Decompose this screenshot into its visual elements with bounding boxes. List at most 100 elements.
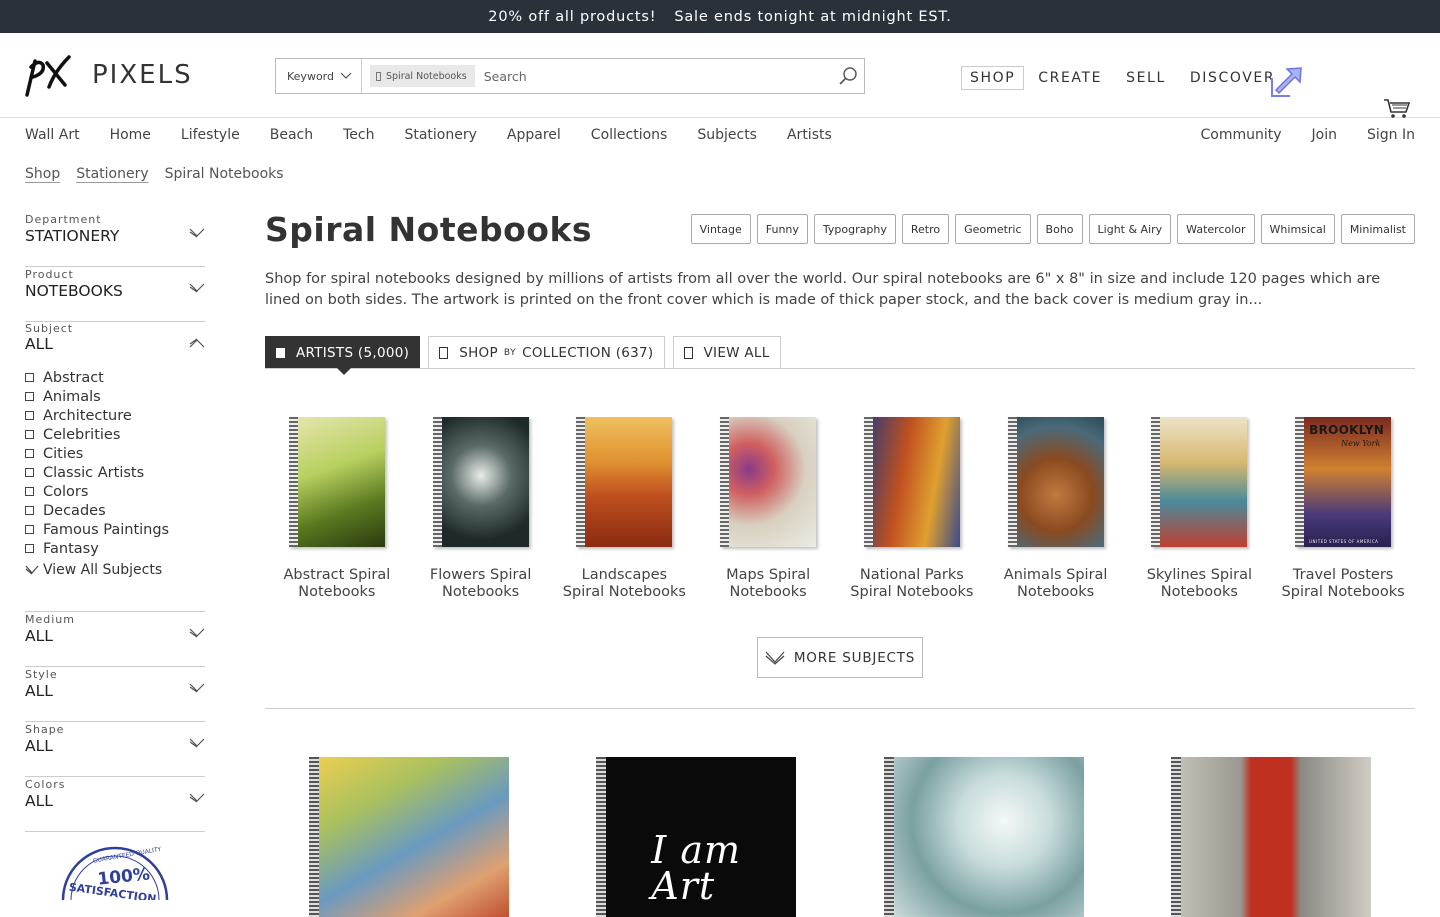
filter-style[interactable]: Style ALL bbox=[25, 667, 205, 722]
checkbox[interactable] bbox=[25, 411, 34, 420]
nav-shop[interactable]: SHOP bbox=[961, 66, 1025, 90]
tag-watercolor[interactable]: Watercolor bbox=[1177, 214, 1255, 244]
subject-card-maps[interactable]: Maps Spiral Notebooks bbox=[696, 417, 840, 601]
subject-option[interactable]: Cities bbox=[25, 444, 205, 463]
filter-shape[interactable]: Shape ALL bbox=[25, 722, 205, 777]
checkbox[interactable] bbox=[25, 373, 34, 382]
filter-value: ALL bbox=[25, 792, 53, 810]
checkbox[interactable] bbox=[25, 468, 34, 477]
category-home[interactable]: Home bbox=[110, 127, 151, 143]
search-mode-dropdown[interactable]: Keyword bbox=[276, 59, 362, 93]
tag-retro[interactable]: Retro bbox=[901, 214, 950, 244]
product-card[interactable] bbox=[840, 757, 1128, 917]
checkbox[interactable] bbox=[25, 392, 34, 401]
sign-in-link[interactable]: Sign In bbox=[1367, 127, 1415, 143]
subject-card-skylines[interactable]: Skylines Spiral Notebooks bbox=[1128, 417, 1272, 601]
tab-artists[interactable]: ARTISTS (5,000) bbox=[265, 336, 421, 368]
nav-discover[interactable]: DISCOVER bbox=[1190, 66, 1275, 90]
search-chip-label: Spiral Notebooks bbox=[386, 70, 467, 82]
filter-product[interactable]: Product NOTEBOOKS bbox=[25, 267, 205, 322]
checkbox[interactable] bbox=[25, 430, 34, 439]
tag-geometric[interactable]: Geometric bbox=[955, 214, 1031, 244]
breadcrumb-stationery[interactable]: Stationery bbox=[76, 166, 148, 182]
checkbox[interactable] bbox=[25, 487, 34, 496]
filter-value: STATIONERY bbox=[25, 227, 120, 245]
tag-funny[interactable]: Funny bbox=[756, 214, 808, 244]
view-all-subjects[interactable]: View All Subjects bbox=[25, 562, 205, 578]
category-subjects[interactable]: Subjects bbox=[697, 127, 757, 143]
subject-card-abstract[interactable]: Abstract Spiral Notebooks bbox=[265, 417, 409, 601]
community-link[interactable]: Community bbox=[1201, 127, 1282, 143]
subject-option[interactable]: Abstract bbox=[25, 368, 205, 387]
checkbox[interactable] bbox=[25, 506, 34, 515]
subject-option[interactable]: Animals bbox=[25, 387, 205, 406]
product-grid: I am Art bbox=[265, 757, 1415, 917]
filter-label: Subject bbox=[25, 322, 74, 335]
category-lifestyle[interactable]: Lifestyle bbox=[181, 127, 240, 143]
subject-caption: Skylines Spiral Notebooks bbox=[1146, 567, 1253, 600]
tag-boho[interactable]: Boho bbox=[1036, 214, 1083, 244]
subject-card-animals[interactable]: Animals Spiral Notebooks bbox=[984, 417, 1128, 601]
category-apparel[interactable]: Apparel bbox=[507, 127, 561, 143]
subject-option[interactable]: Colors bbox=[25, 482, 205, 501]
filter-colors[interactable]: Colors ALL bbox=[25, 777, 205, 832]
checkbox[interactable] bbox=[25, 525, 34, 534]
tag-light-airy[interactable]: Light & Airy bbox=[1088, 214, 1172, 244]
tag-vintage[interactable]: Vintage bbox=[690, 214, 751, 244]
product-card[interactable] bbox=[1128, 757, 1416, 917]
filter-label: Colors bbox=[25, 778, 66, 791]
breadcrumb-shop[interactable]: Shop bbox=[25, 166, 60, 182]
tab-label: COLLECTION (637) bbox=[522, 344, 654, 361]
tab-label-small: BY bbox=[503, 347, 517, 358]
category-collections[interactable]: Collections bbox=[591, 127, 668, 143]
category-wall-art[interactable]: Wall Art bbox=[25, 127, 80, 143]
poster-caption: UNITED STATES OF AMERICA bbox=[1309, 539, 1379, 544]
subject-card-travel-posters[interactable]: BROOKLYN New York UNITED STATES OF AMERI… bbox=[1271, 417, 1415, 601]
main-content: Spiral Notebooks Vintage Funny Typograph… bbox=[265, 204, 1415, 917]
search-input[interactable] bbox=[483, 68, 832, 84]
nav-sell[interactable]: SELL bbox=[1126, 66, 1166, 90]
subject-option[interactable]: Fantasy bbox=[25, 539, 205, 558]
option-label: Cities bbox=[43, 445, 84, 462]
breadcrumb: Shop Stationery Spiral Notebooks bbox=[25, 166, 284, 182]
nav-create[interactable]: CREATE bbox=[1038, 66, 1102, 90]
search-button[interactable] bbox=[832, 59, 864, 93]
product-card[interactable]: I am Art bbox=[553, 757, 841, 917]
subject-card-flowers[interactable]: Flowers Spiral Notebooks bbox=[409, 417, 553, 601]
category-artists[interactable]: Artists bbox=[787, 127, 832, 143]
share-arrow-icon[interactable] bbox=[1268, 64, 1306, 100]
category-beach[interactable]: Beach bbox=[270, 127, 313, 143]
subject-caption: Abstract Spiral Notebooks bbox=[283, 567, 391, 600]
collection-icon bbox=[439, 346, 449, 359]
tag-typography[interactable]: Typography bbox=[813, 214, 896, 244]
subject-option[interactable]: Decades bbox=[25, 501, 205, 520]
filter-department[interactable]: Department STATIONERY bbox=[25, 212, 205, 267]
category-tech[interactable]: Tech bbox=[343, 127, 374, 143]
style-tags: Vintage Funny Typography Retro Geometric… bbox=[685, 214, 1415, 244]
checkbox[interactable] bbox=[25, 449, 34, 458]
checkbox[interactable] bbox=[25, 544, 34, 553]
more-subjects-label: MORE SUBJECTS bbox=[793, 649, 916, 666]
subject-card-landscapes[interactable]: Landscapes Spiral Notebooks bbox=[553, 417, 697, 601]
tag-minimalist[interactable]: Minimalist bbox=[1340, 214, 1415, 244]
subject-caption: Travel Posters Spiral Notebooks bbox=[1281, 567, 1405, 600]
logo[interactable]: PIXELS bbox=[25, 53, 193, 97]
search-filter-chip[interactable]: Spiral Notebooks bbox=[370, 65, 475, 87]
tab-shop-by-collection[interactable]: SHOP BY COLLECTION (637) bbox=[428, 336, 665, 368]
filter-medium[interactable]: Medium ALL bbox=[25, 612, 205, 667]
subject-option[interactable]: Famous Paintings bbox=[25, 520, 205, 539]
subject-option[interactable]: Celebrities bbox=[25, 425, 205, 444]
subject-option[interactable]: Classic Artists bbox=[25, 463, 205, 482]
category-stationery[interactable]: Stationery bbox=[404, 127, 476, 143]
subject-card-national-parks[interactable]: National Parks Spiral Notebooks bbox=[840, 417, 984, 601]
tag-whimsical[interactable]: Whimsical bbox=[1260, 214, 1335, 244]
cart-icon[interactable] bbox=[1383, 97, 1411, 119]
chevron-up-icon[interactable] bbox=[189, 338, 205, 348]
subject-option[interactable]: Architecture bbox=[25, 406, 205, 425]
join-link[interactable]: Join bbox=[1312, 127, 1337, 143]
product-image: I am Art bbox=[596, 757, 797, 917]
tab-view-all[interactable]: VIEW ALL bbox=[672, 336, 781, 368]
product-card[interactable] bbox=[265, 757, 553, 917]
chevron-down-icon bbox=[189, 283, 205, 293]
more-subjects-button[interactable]: MORE SUBJECTS bbox=[757, 637, 923, 678]
